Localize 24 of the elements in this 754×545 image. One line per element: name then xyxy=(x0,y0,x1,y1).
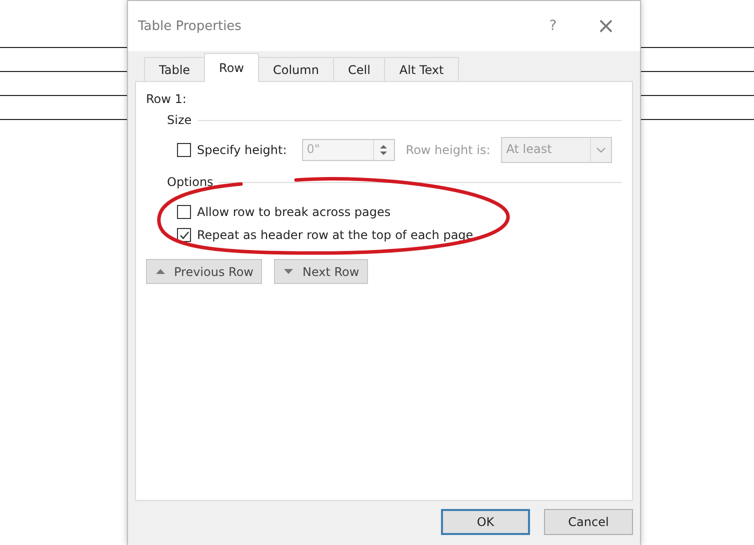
help-button[interactable]: ? xyxy=(538,18,568,34)
section-heading: Size xyxy=(167,113,192,127)
dialog-button[interactable]: OK xyxy=(441,509,530,535)
spinner-icon[interactable] xyxy=(379,143,388,157)
checkbox-label: Specify height: xyxy=(197,143,287,157)
close-button[interactable]: × xyxy=(592,14,620,38)
checkbox-label: Allow row to break across pages xyxy=(197,205,391,219)
row-heading: Row 1: xyxy=(146,92,188,108)
checkbox[interactable] xyxy=(177,228,191,242)
triangle-down-icon xyxy=(283,267,294,276)
checkmark-icon xyxy=(178,230,190,240)
chevron-down-icon xyxy=(596,147,606,153)
row-height-label: Row height is: xyxy=(406,143,490,157)
checkbox[interactable] xyxy=(177,205,191,219)
tab[interactable]: Alt Text xyxy=(384,57,459,81)
checkbox[interactable] xyxy=(177,143,191,157)
tab[interactable]: Row xyxy=(204,53,259,82)
tab[interactable]: Table xyxy=(144,57,206,81)
nav-button[interactable]: Previous Row xyxy=(146,259,262,284)
section-heading: Options xyxy=(167,175,214,189)
triangle-up-icon xyxy=(155,267,166,276)
dialog-button[interactable]: Cancel xyxy=(544,509,633,535)
window-title: Table Properties xyxy=(138,18,242,34)
nav-button[interactable]: Next Row xyxy=(274,259,368,284)
